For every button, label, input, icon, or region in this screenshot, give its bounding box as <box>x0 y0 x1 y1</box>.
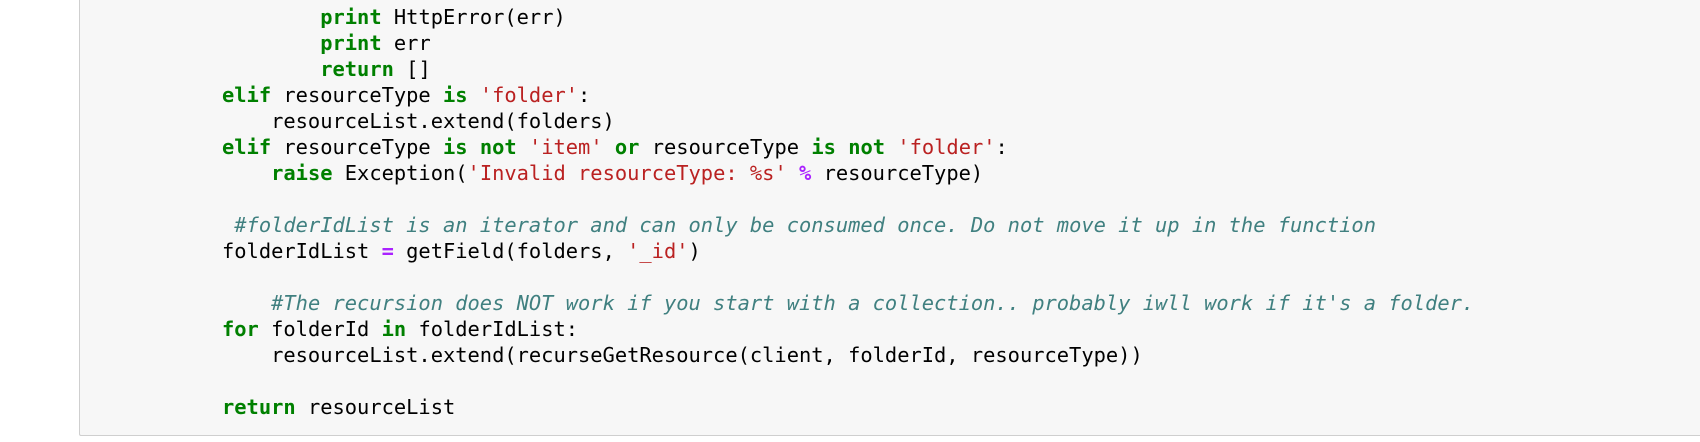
comment-token: #folderIdList is an iterator and can onl… <box>234 213 1376 237</box>
code-line: elif resourceType is 'folder': <box>222 82 1474 108</box>
string-token: 'item' <box>528 135 603 159</box>
keyword-token: elif <box>222 135 272 159</box>
code-line: #folderIdList is an iterator and can onl… <box>222 212 1474 238</box>
keyword-token: is <box>442 83 468 107</box>
code-line: print err <box>222 30 1474 56</box>
keyword-token: print <box>320 31 382 55</box>
keyword-token: elif <box>222 83 272 107</box>
notebook-page: print HttpError(err) print err return []… <box>0 0 1700 442</box>
code-line: return [] <box>222 56 1474 82</box>
code-cell[interactable]: print HttpError(err) print err return []… <box>79 0 1700 436</box>
code-line: raise Exception('Invalid resourceType: %… <box>222 160 1474 186</box>
code-token: resourceType <box>639 135 812 159</box>
code-token: resourceList <box>295 395 456 419</box>
code-token: resourceType <box>271 83 443 107</box>
code-token: getField(folders, <box>393 239 628 263</box>
code-token: HttpError(err) <box>381 5 566 29</box>
keyword-token: is <box>442 135 468 159</box>
code-line: print HttpError(err) <box>222 4 1474 30</box>
code-line: folderIdList = getField(folders, '_id') <box>222 238 1474 264</box>
keyword-token: not <box>479 135 517 159</box>
code-token: folderId <box>258 317 382 341</box>
code-line: return resourceList <box>222 394 1474 420</box>
keyword-token: is <box>811 135 836 159</box>
comment-token: #The recursion does NOT work if you star… <box>271 291 1475 315</box>
string-token: 'folder' <box>479 83 579 107</box>
keyword-token: print <box>320 5 382 29</box>
code-token: resourceType <box>271 135 443 159</box>
code-line: elif resourceType is not 'item' or resou… <box>222 134 1474 160</box>
code-line: resourceList.extend(recurseGetResource(c… <box>222 342 1474 368</box>
code-token: err <box>381 31 431 55</box>
code-token: Exception( <box>332 161 468 185</box>
keyword-token: in <box>381 317 407 341</box>
code-editor[interactable]: print HttpError(err) print err return []… <box>222 4 1474 420</box>
string-token: 'Invalid resourceType: %s' <box>467 161 787 185</box>
code-line: #The recursion does NOT work if you star… <box>222 290 1474 316</box>
code-token: ) <box>688 239 701 263</box>
code-token: folderIdList <box>222 239 382 263</box>
keyword-token: for <box>222 317 259 341</box>
code-token: resourceList.extend(recurseGetResource(c… <box>222 343 1143 367</box>
code-line: for folderId in folderIdList: <box>222 316 1474 342</box>
code-token: resourceType) <box>811 161 984 185</box>
keyword-token: return <box>320 57 394 81</box>
code-line: resourceList.extend(folders) <box>222 108 1474 134</box>
string-token: '_id' <box>627 239 689 263</box>
operator-token: % <box>799 161 812 185</box>
code-token: folderIdList: <box>406 317 579 341</box>
keyword-token: or <box>614 135 640 159</box>
keyword-token: return <box>222 395 296 419</box>
code-token: : <box>995 135 1008 159</box>
code-token: : <box>578 83 591 107</box>
keyword-token: raise <box>271 161 333 185</box>
code-token: [] <box>393 57 431 81</box>
string-token: 'folder' <box>897 135 996 159</box>
code-token: resourceList.extend(folders) <box>222 109 615 133</box>
operator-token: = <box>381 239 394 263</box>
keyword-token: not <box>848 135 886 159</box>
